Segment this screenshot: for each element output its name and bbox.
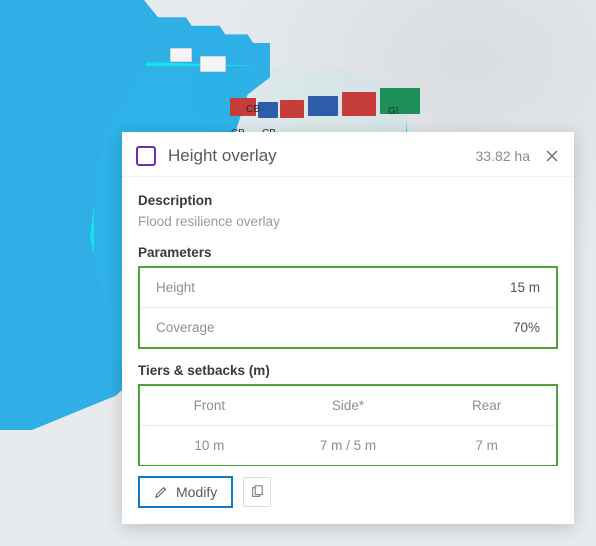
map-label: GI bbox=[388, 106, 399, 117]
duplicate-button[interactable] bbox=[243, 477, 271, 507]
popup-body: Description Flood resilience overlay Par… bbox=[122, 177, 574, 466]
tiers-val-front: 10 m bbox=[140, 426, 279, 465]
parameter-value: 70% bbox=[513, 320, 540, 335]
app-stage: CB CB CB GI Height overlay 33.82 ha Desc… bbox=[0, 0, 596, 546]
tiers-box: Front Side* Rear 10 m 7 m / 5 m 7 m bbox=[138, 384, 558, 466]
popup-footer: Modify bbox=[122, 466, 574, 524]
parameters-heading: Parameters bbox=[138, 245, 558, 260]
tiers-val-rear: 7 m bbox=[417, 426, 556, 465]
tiers-heading: Tiers & setbacks (m) bbox=[138, 363, 558, 378]
feature-popup-panel: Height overlay 33.82 ha Description Floo… bbox=[122, 132, 574, 524]
parameter-value: 15 m bbox=[510, 280, 540, 295]
parameter-name: Height bbox=[156, 280, 510, 295]
layer-swatch bbox=[136, 146, 156, 166]
popup-title: Height overlay bbox=[168, 146, 476, 166]
parameter-row: Height 15 m bbox=[140, 268, 556, 308]
tiers-col-front: Front bbox=[140, 386, 279, 426]
parameter-name: Coverage bbox=[156, 320, 513, 335]
tiers-col-rear: Rear bbox=[417, 386, 556, 426]
copy-icon bbox=[250, 485, 264, 499]
description-text: Flood resilience overlay bbox=[138, 214, 558, 229]
tiers-col-side: Side* bbox=[279, 386, 418, 426]
close-icon bbox=[546, 150, 558, 162]
tiers-table: Front Side* Rear 10 m 7 m / 5 m 7 m bbox=[140, 386, 556, 465]
tiers-val-side: 7 m / 5 m bbox=[279, 426, 418, 465]
description-heading: Description bbox=[138, 193, 558, 208]
parameters-box: Height 15 m Coverage 70% bbox=[138, 266, 558, 349]
close-button[interactable] bbox=[544, 148, 560, 164]
parameter-row: Coverage 70% bbox=[140, 308, 556, 347]
modify-button-label: Modify bbox=[176, 484, 217, 500]
popup-area-value: 33.82 ha bbox=[476, 148, 531, 164]
modify-button[interactable]: Modify bbox=[138, 476, 233, 508]
pencil-icon bbox=[154, 485, 168, 499]
popup-header: Height overlay 33.82 ha bbox=[122, 132, 574, 177]
map-label: CB bbox=[246, 104, 260, 115]
